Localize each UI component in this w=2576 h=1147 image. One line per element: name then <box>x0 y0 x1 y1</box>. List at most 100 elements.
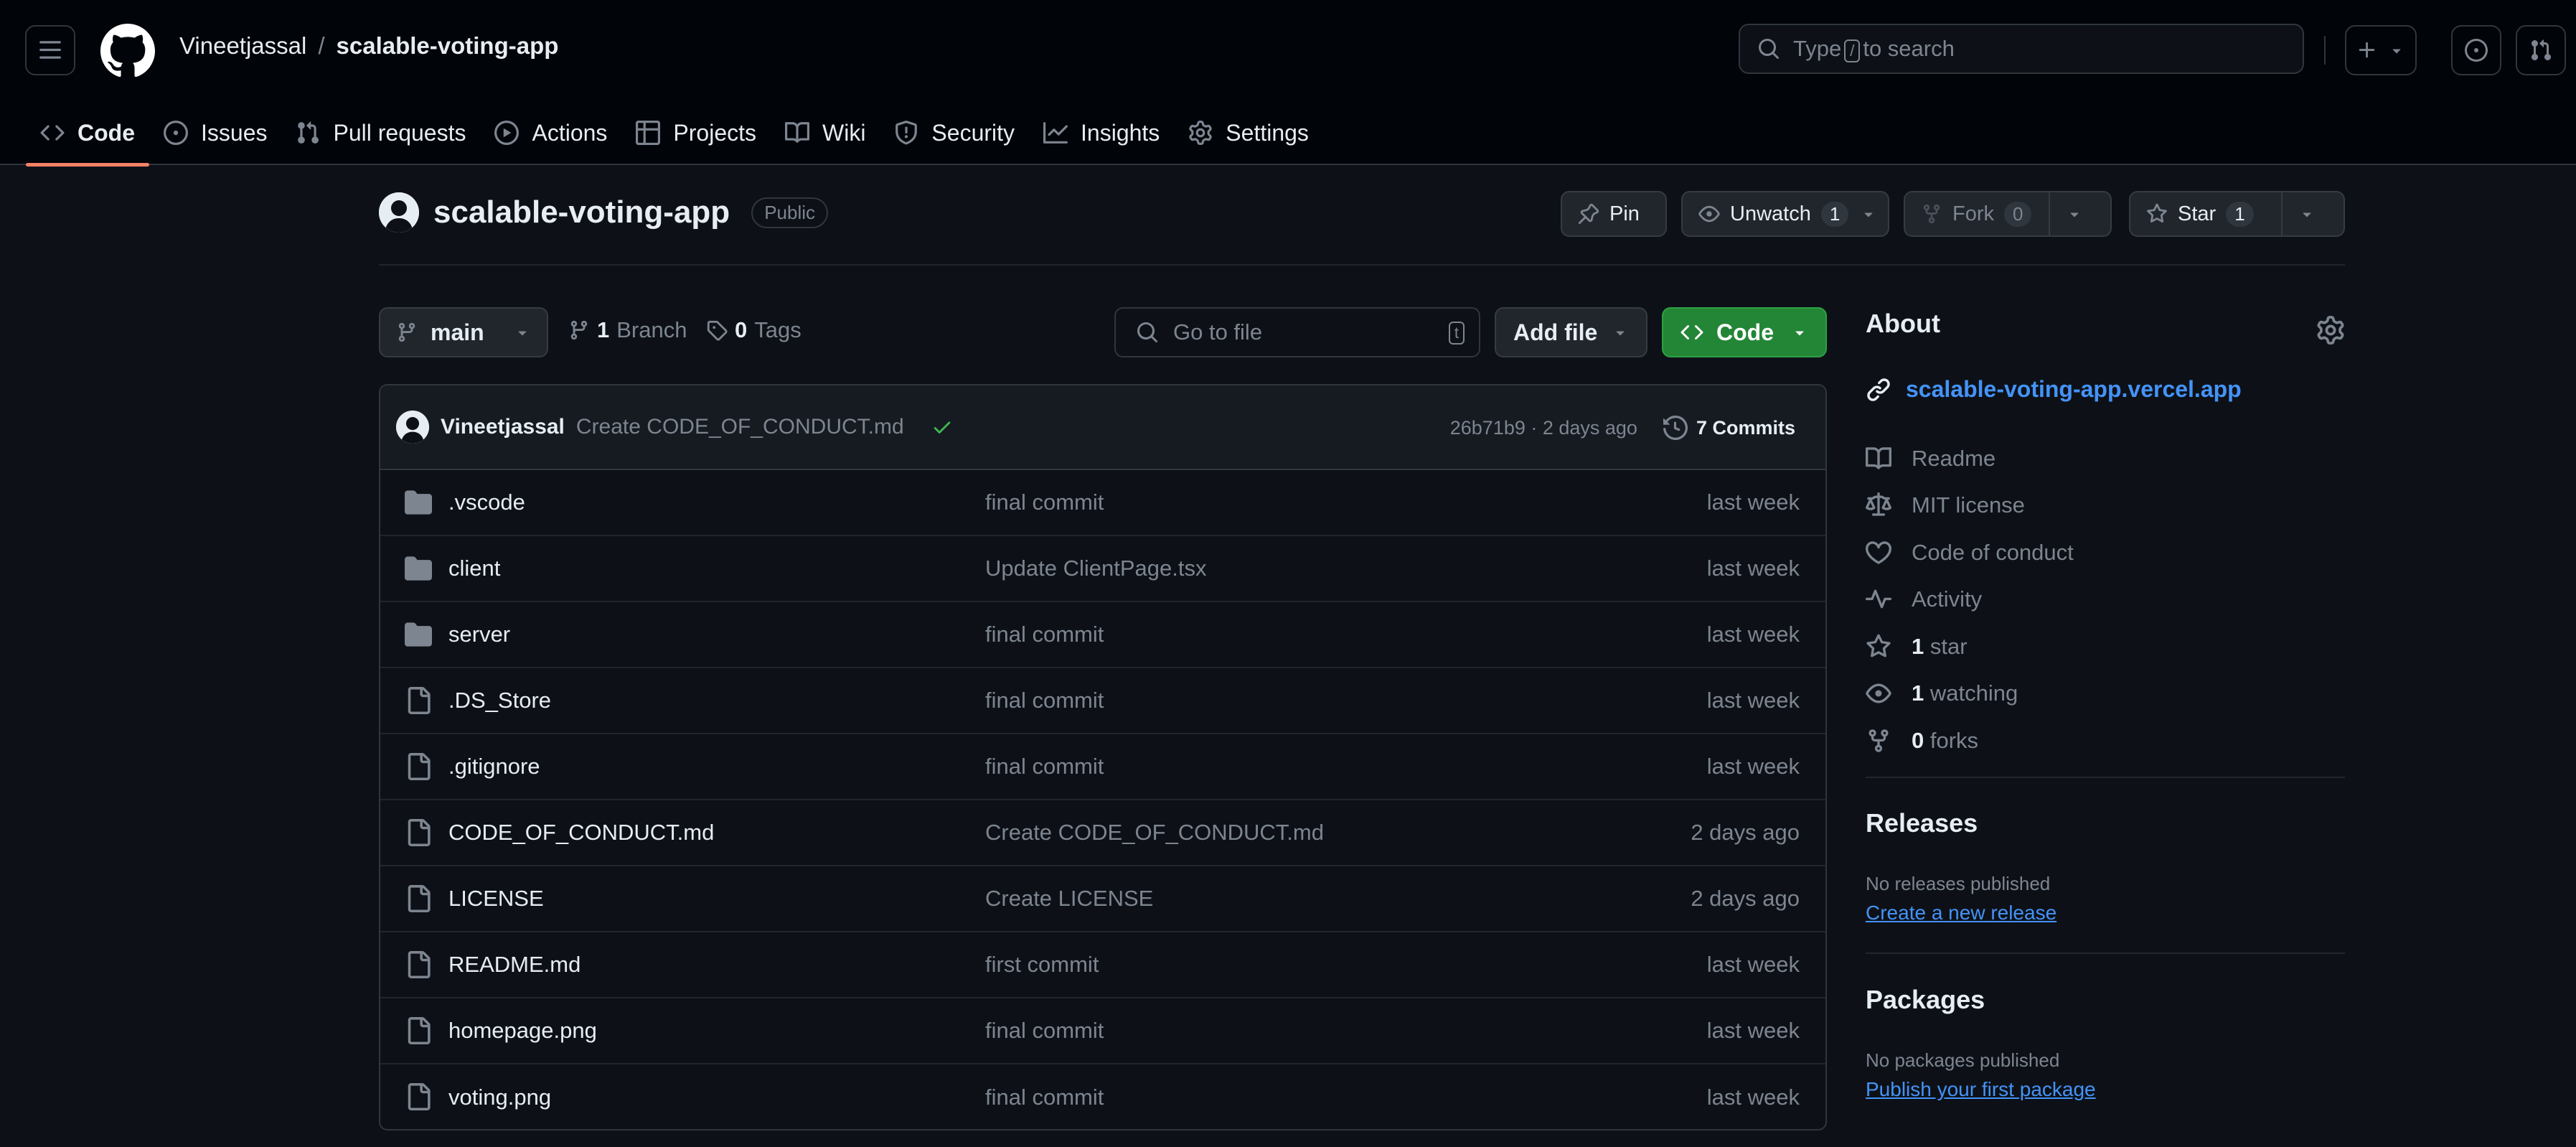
search-input[interactable]: Type / to search <box>1739 24 2304 74</box>
issues-button[interactable] <box>2451 25 2501 75</box>
pulse-icon <box>1866 589 1891 609</box>
file-row[interactable]: .DS_Store final commit last week <box>380 668 1825 734</box>
forks-link[interactable]: 0 forks <box>1866 717 2074 764</box>
tab-pull-requests[interactable]: Pull requests <box>281 100 480 165</box>
file-commit-message[interactable]: final commit <box>985 1085 1104 1110</box>
file-commit-message[interactable]: final commit <box>985 490 1104 515</box>
tab-insights[interactable]: Insights <box>1029 100 1174 165</box>
code-button[interactable]: Code <box>1662 307 1827 357</box>
commit-message[interactable]: Create CODE_OF_CONDUCT.md <box>576 415 904 439</box>
pull-request-icon <box>2531 39 2552 61</box>
file-row[interactable]: README.md first commit last week <box>380 932 1825 998</box>
commit-author-avatar[interactable] <box>396 411 429 444</box>
file-commit-message[interactable]: final commit <box>985 1018 1104 1044</box>
create-new-button[interactable] <box>2345 25 2417 75</box>
book-icon <box>1866 446 1891 469</box>
file-name[interactable]: .vscode <box>448 490 525 515</box>
edit-about-button[interactable] <box>2316 316 2345 345</box>
tab-projects[interactable]: Projects <box>621 100 771 165</box>
star-button[interactable]: Star 1 <box>2129 191 2345 237</box>
file-commit-date: last week <box>1706 622 1800 647</box>
file-name[interactable]: client <box>448 556 500 581</box>
file-row[interactable]: voting.png final commit last week <box>380 1064 1825 1129</box>
branch-icon <box>398 322 415 342</box>
activity-link[interactable]: Activity <box>1866 576 2074 624</box>
readme-link[interactable]: Readme <box>1866 435 2074 482</box>
file-commit-date: last week <box>1706 688 1800 713</box>
pull-requests-button[interactable] <box>2516 25 2566 75</box>
tab-code[interactable]: Code <box>26 100 149 167</box>
file-icon <box>405 951 432 978</box>
file-name[interactable]: README.md <box>448 952 580 978</box>
link-icon <box>1867 378 1890 401</box>
file-commit-message[interactable]: first commit <box>985 952 1099 978</box>
search-icon <box>1137 322 1158 343</box>
file-name[interactable]: server <box>448 622 510 647</box>
tab-security[interactable]: Security <box>880 100 1029 165</box>
stars-link[interactable]: 1 star <box>1866 623 2074 670</box>
homepage-link[interactable]: scalable-voting-app.vercel.app <box>1866 376 2242 403</box>
repo-name[interactable]: scalable-voting-app <box>433 195 730 230</box>
file-name[interactable]: CODE_OF_CONDUCT.md <box>448 820 714 846</box>
file-name[interactable]: homepage.png <box>448 1018 597 1044</box>
create-release-link[interactable]: Create a new release <box>1866 902 2056 924</box>
tag-count-label: Tags <box>754 317 802 342</box>
releases-title[interactable]: Releases <box>1866 808 1978 838</box>
file-commit-message[interactable]: Create LICENSE <box>985 886 1153 912</box>
commit-author[interactable]: Vineetjassal <box>441 415 565 439</box>
file-commit-message[interactable]: Create CODE_OF_CONDUCT.md <box>985 820 1324 846</box>
github-logo-icon[interactable] <box>100 24 155 78</box>
file-row[interactable]: server final commit last week <box>380 602 1825 668</box>
fork-icon <box>1923 204 1940 224</box>
packages-title[interactable]: Packages <box>1866 985 1985 1015</box>
heart-icon <box>1866 541 1891 564</box>
file-commit-message[interactable]: final commit <box>985 622 1104 647</box>
chevron-down-icon <box>1864 212 1873 217</box>
check-icon[interactable] <box>931 416 953 438</box>
pin-button[interactable]: Pin <box>1561 191 1667 237</box>
file-commit-message[interactable]: final commit <box>985 688 1104 713</box>
fork-label: Fork <box>1952 202 1994 225</box>
unwatch-button[interactable]: Unwatch 1 <box>1681 191 1889 237</box>
code-of-conduct-link[interactable]: Code of conduct <box>1866 529 2074 576</box>
file-commit-message[interactable]: final commit <box>985 754 1104 780</box>
owner-avatar[interactable] <box>379 192 419 233</box>
file-row[interactable]: LICENSE Create LICENSE 2 days ago <box>380 866 1825 932</box>
license-link[interactable]: MIT license <box>1866 482 2074 530</box>
file-table: Vineetjassal Create CODE_OF_CONDUCT.md 2… <box>379 384 1827 1130</box>
go-to-file-input[interactable]: Go to file t <box>1114 307 1480 357</box>
file-name[interactable]: .gitignore <box>448 754 540 780</box>
commit-hash-time[interactable]: 26b71b9 · 2 days ago <box>1450 417 1637 439</box>
file-row[interactable]: client Update ClientPage.tsx last week <box>380 536 1825 602</box>
law-icon <box>1866 492 1891 516</box>
tab-issues[interactable]: Issues <box>149 100 281 165</box>
fork-dropdown[interactable] <box>2050 192 2099 235</box>
breadcrumb-repo[interactable]: scalable-voting-app <box>337 32 559 60</box>
add-file-button[interactable]: Add file <box>1495 307 1647 357</box>
branches-link[interactable]: 1 Branch <box>568 317 687 343</box>
tab-settings[interactable]: Settings <box>1174 100 1323 165</box>
watchers-link[interactable]: 1 watching <box>1866 670 2074 718</box>
file-icon <box>405 687 432 714</box>
fork-button[interactable]: Fork 0 <box>1904 191 2112 237</box>
menu-button[interactable] <box>25 25 75 75</box>
tab-actions[interactable]: Actions <box>480 100 621 165</box>
file-name[interactable]: .DS_Store <box>448 688 551 713</box>
tags-link[interactable]: 0 Tags <box>706 317 802 343</box>
branch-select[interactable]: main <box>379 307 548 357</box>
breadcrumb-owner[interactable]: Vineetjassal <box>179 32 306 60</box>
sidebar-divider <box>1866 952 2345 954</box>
file-icon <box>405 819 432 846</box>
file-row[interactable]: homepage.png final commit last week <box>380 998 1825 1064</box>
file-commit-message[interactable]: Update ClientPage.tsx <box>985 556 1206 581</box>
about-meta-list: Readme MIT license Code of conduct Activ… <box>1866 435 2074 764</box>
file-row[interactable]: CODE_OF_CONDUCT.md Create CODE_OF_CONDUCT… <box>380 800 1825 866</box>
star-dropdown[interactable] <box>2283 192 2331 235</box>
tab-wiki[interactable]: Wiki <box>771 100 880 165</box>
commits-link[interactable]: 7 Commits <box>1663 416 1795 440</box>
file-name[interactable]: LICENSE <box>448 886 544 912</box>
publish-package-link[interactable]: Publish your first package <box>1866 1078 2096 1101</box>
file-name[interactable]: voting.png <box>448 1085 551 1110</box>
file-row[interactable]: .gitignore final commit last week <box>380 734 1825 800</box>
file-row[interactable]: .vscode final commit last week <box>380 470 1825 536</box>
